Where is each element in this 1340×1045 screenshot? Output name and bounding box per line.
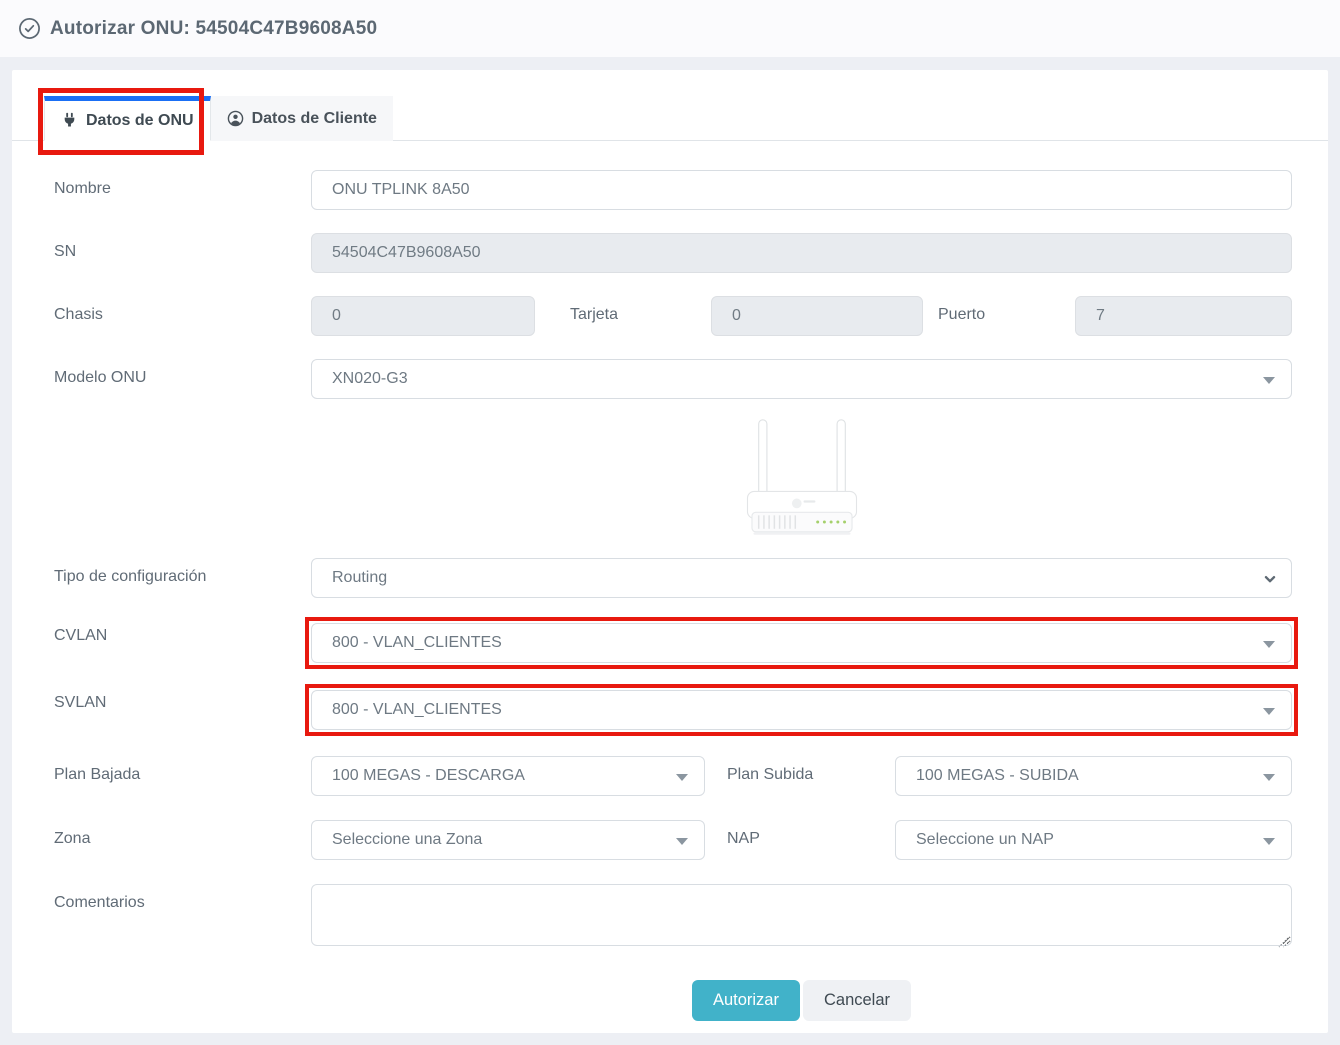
plan-subida-dropdown[interactable]: 100 MEGAS - SUBIDA bbox=[895, 756, 1292, 796]
plan-subida-value: 100 MEGAS - SUBIDA bbox=[916, 767, 1079, 785]
nombre-label: Nombre bbox=[12, 170, 311, 210]
dropdown-caret-icon bbox=[1263, 708, 1275, 715]
dropdown-caret-icon bbox=[676, 838, 688, 845]
row-cvlan: CVLAN 800 - VLAN_CLIENTES bbox=[12, 617, 1328, 669]
check-circle-icon bbox=[18, 17, 41, 40]
page-title: Autorizar ONU: 54504C47B9608A50 bbox=[50, 18, 377, 40]
tab-label: Datos de ONU bbox=[86, 112, 194, 130]
authorize-onu-panel: Datos de ONU Datos de Cliente Nombre SN bbox=[12, 70, 1328, 1033]
tipo-configuracion-label: Tipo de configuración bbox=[12, 558, 311, 598]
modelo-onu-dropdown[interactable]: XN020-G3 bbox=[311, 359, 1292, 399]
puerto-label: Puerto bbox=[923, 296, 1075, 336]
nombre-input[interactable] bbox=[311, 170, 1292, 210]
plan-subida-label: Plan Subida bbox=[705, 756, 895, 796]
svlan-label: SVLAN bbox=[12, 684, 311, 736]
row-svlan: SVLAN 800 - VLAN_CLIENTES bbox=[12, 684, 1328, 736]
tab-datos-de-cliente[interactable]: Datos de Cliente bbox=[211, 96, 393, 141]
tab-datos-de-onu[interactable]: Datos de ONU bbox=[44, 96, 211, 141]
zona-dropdown[interactable]: Seleccione una Zona bbox=[311, 820, 705, 860]
chasis-input bbox=[311, 296, 535, 336]
row-modelo-onu: Modelo ONU XN020-G3 bbox=[12, 359, 1328, 399]
annotation-box-cvlan: 800 - VLAN_CLIENTES bbox=[305, 617, 1298, 669]
row-planes: Plan Bajada 100 MEGAS - DESCARGA Plan Su… bbox=[12, 756, 1328, 796]
row-zona-nap: Zona Seleccione una Zona NAP Seleccione … bbox=[12, 820, 1328, 860]
row-tipo-configuracion: Tipo de configuración Routing bbox=[12, 558, 1328, 598]
cvlan-label: CVLAN bbox=[12, 617, 311, 669]
person-circle-icon bbox=[227, 110, 244, 127]
chevron-down-icon bbox=[1263, 572, 1277, 586]
svlan-dropdown[interactable]: 800 - VLAN_CLIENTES bbox=[311, 690, 1292, 730]
nap-placeholder: Seleccione un NAP bbox=[916, 831, 1054, 849]
plug-icon bbox=[61, 112, 78, 129]
dropdown-caret-icon bbox=[1263, 774, 1275, 781]
modelo-onu-label: Modelo ONU bbox=[12, 359, 311, 399]
page-header: Autorizar ONU: 54504C47B9608A50 bbox=[0, 0, 1340, 57]
onu-device-image bbox=[746, 418, 858, 538]
cvlan-dropdown[interactable]: 800 - VLAN_CLIENTES bbox=[311, 623, 1292, 663]
comentarios-textarea[interactable] bbox=[311, 884, 1292, 946]
zona-placeholder: Seleccione una Zona bbox=[332, 831, 482, 849]
row-device-image bbox=[12, 418, 1328, 538]
tipo-configuracion-select[interactable]: Routing bbox=[311, 558, 1292, 598]
tipo-configuracion-value: Routing bbox=[332, 569, 387, 587]
row-comentarios: Comentarios bbox=[12, 884, 1328, 951]
svlan-value: 800 - VLAN_CLIENTES bbox=[332, 701, 502, 719]
row-nombre: Nombre bbox=[12, 170, 1328, 210]
tab-label: Datos de Cliente bbox=[252, 110, 377, 128]
tarjeta-label: Tarjeta bbox=[535, 296, 711, 336]
nap-dropdown[interactable]: Seleccione un NAP bbox=[895, 820, 1292, 860]
chasis-label: Chasis bbox=[12, 296, 311, 336]
sn-input bbox=[311, 233, 1292, 273]
comentarios-label: Comentarios bbox=[12, 884, 311, 951]
sn-label: SN bbox=[12, 233, 311, 273]
dropdown-caret-icon bbox=[1263, 641, 1275, 648]
dropdown-caret-icon bbox=[1263, 377, 1275, 384]
onu-form: Nombre SN Chasis Tarjeta Puerto bbox=[12, 141, 1328, 1021]
row-chasis-tarjeta-puerto: Chasis Tarjeta Puerto bbox=[12, 296, 1328, 336]
row-sn: SN bbox=[12, 233, 1328, 273]
form-actions: Autorizar Cancelar bbox=[311, 980, 1292, 1021]
plan-bajada-value: 100 MEGAS - DESCARGA bbox=[332, 767, 525, 785]
zona-label: Zona bbox=[12, 820, 311, 860]
puerto-input bbox=[1075, 296, 1292, 336]
plan-bajada-label: Plan Bajada bbox=[12, 756, 311, 796]
tab-bar: Datos de ONU Datos de Cliente bbox=[12, 70, 1328, 141]
dropdown-caret-icon bbox=[676, 774, 688, 781]
cancelar-button[interactable]: Cancelar bbox=[803, 980, 911, 1021]
autorizar-button[interactable]: Autorizar bbox=[692, 980, 800, 1021]
plan-bajada-dropdown[interactable]: 100 MEGAS - DESCARGA bbox=[311, 756, 705, 796]
modelo-onu-value: XN020-G3 bbox=[332, 370, 408, 388]
tarjeta-input bbox=[711, 296, 923, 336]
annotation-box-svlan: 800 - VLAN_CLIENTES bbox=[305, 684, 1298, 736]
dropdown-caret-icon bbox=[1263, 838, 1275, 845]
cvlan-value: 800 - VLAN_CLIENTES bbox=[332, 634, 502, 652]
nap-label: NAP bbox=[705, 820, 895, 860]
